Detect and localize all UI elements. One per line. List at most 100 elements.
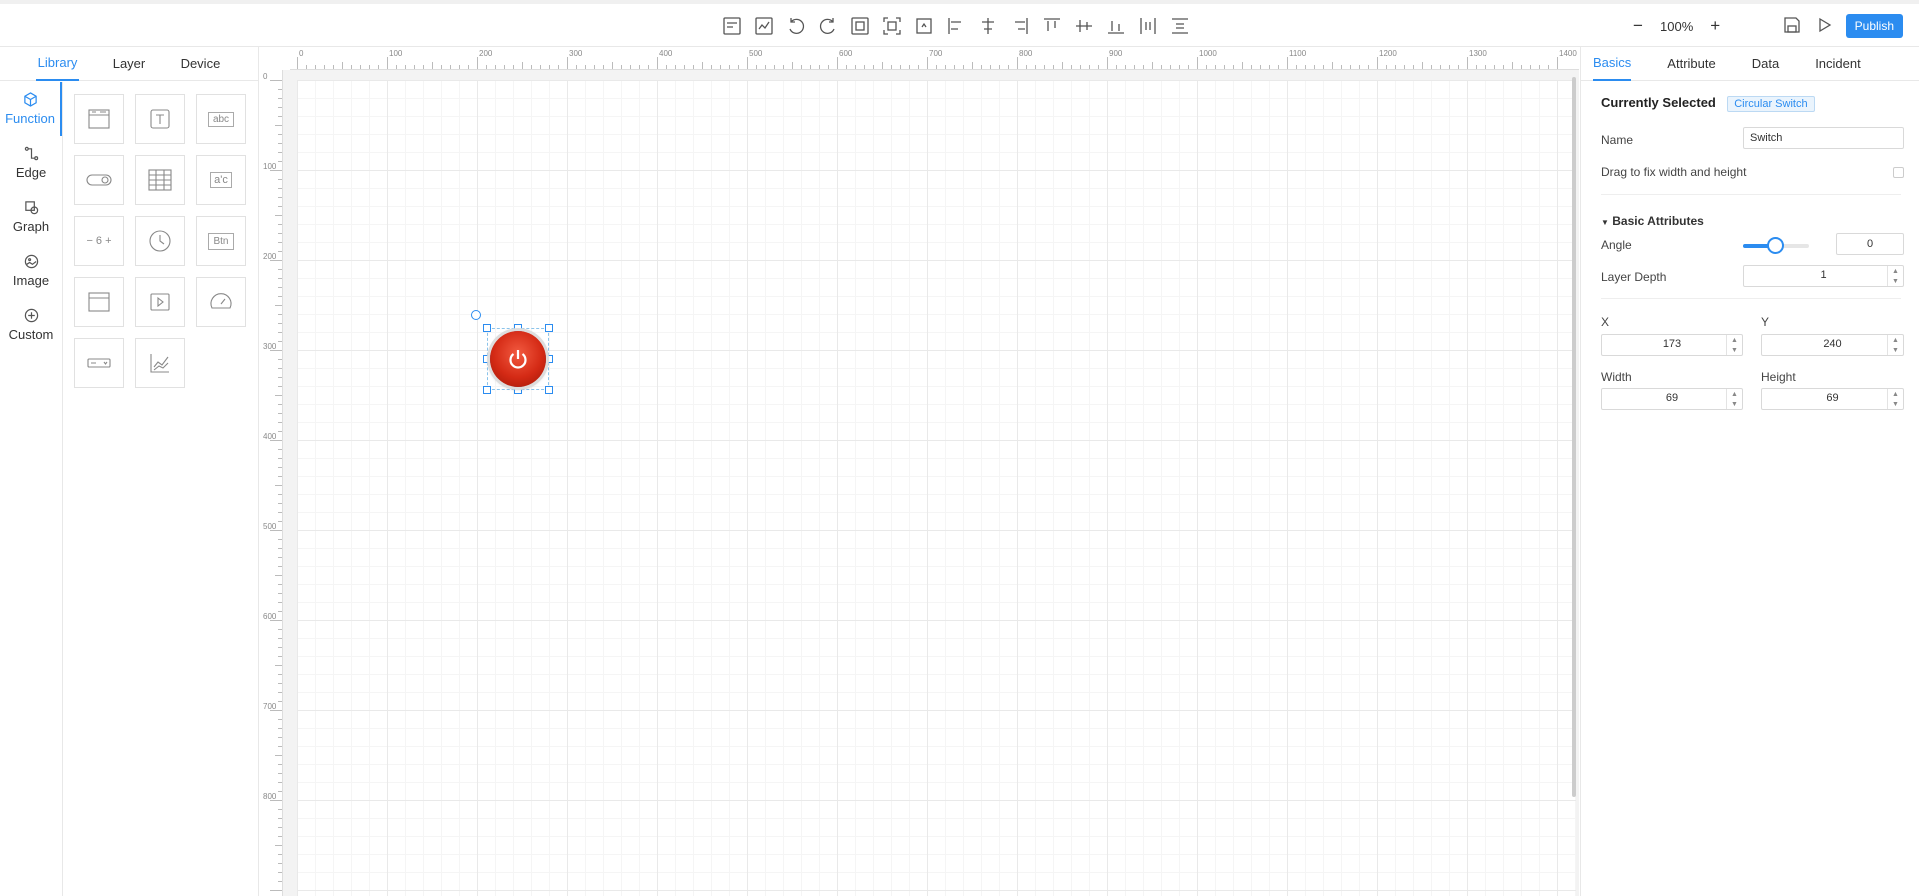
spin-up-icon[interactable]: ▲: [1731, 391, 1738, 398]
component-window[interactable]: [74, 277, 124, 327]
ruler-tick: [278, 431, 282, 432]
tab-device[interactable]: Device: [179, 47, 223, 80]
ruler-tick: [278, 404, 282, 405]
component-gauge[interactable]: [196, 277, 246, 327]
component-button[interactable]: Btn: [196, 216, 246, 266]
resize-handle-s[interactable]: [514, 386, 522, 394]
component-line-chart[interactable]: [135, 338, 185, 388]
ruler-tick: [1224, 65, 1225, 69]
x-input[interactable]: 173 ▲ ▼: [1601, 334, 1743, 356]
spin-down-icon[interactable]: ▼: [1731, 347, 1738, 354]
category-function[interactable]: Function: [0, 82, 62, 136]
spin-down-icon[interactable]: ▼: [1892, 278, 1899, 285]
name-input[interactable]: [1743, 127, 1904, 149]
component-input-text[interactable]: abc: [196, 94, 246, 144]
circular-switch[interactable]: [490, 331, 546, 387]
width-input[interactable]: 69 ▲ ▼: [1601, 388, 1743, 410]
spin-up-icon[interactable]: ▲: [1892, 391, 1899, 398]
component-text-label[interactable]: a'c: [196, 155, 246, 205]
category-image[interactable]: Image: [0, 244, 62, 298]
ruler-tick: [882, 62, 883, 69]
component-table[interactable]: [135, 155, 185, 205]
y-spinner[interactable]: ▲ ▼: [1887, 335, 1903, 355]
y-value: 240: [1823, 338, 1842, 350]
distribute-v-icon[interactable]: [1168, 14, 1192, 38]
ruler-tick: [405, 65, 406, 69]
resize-handle-sw[interactable]: [483, 386, 491, 394]
ungroup-icon[interactable]: [880, 14, 904, 38]
design-canvas[interactable]: [297, 80, 1576, 896]
undo-icon[interactable]: [784, 14, 808, 38]
group-icon[interactable]: [848, 14, 872, 38]
ruler-label: 1300: [1469, 49, 1487, 58]
spin-up-icon[interactable]: ▲: [1731, 337, 1738, 344]
layer-depth-spinner[interactable]: ▲ ▼: [1887, 266, 1903, 286]
layer-depth-input[interactable]: 1 ▲ ▼: [1743, 265, 1904, 287]
ruler-tick: [324, 65, 325, 69]
category-edge[interactable]: Edge: [0, 136, 62, 190]
rotate-handle[interactable]: [471, 310, 481, 320]
align-right-icon[interactable]: [1008, 14, 1032, 38]
zoom-out-button[interactable]: −: [1630, 17, 1646, 34]
x-spinner[interactable]: ▲ ▼: [1726, 335, 1742, 355]
ruler-label: 900: [1109, 49, 1123, 58]
y-input[interactable]: 240 ▲ ▼: [1761, 334, 1904, 356]
vertical-scrollbar[interactable]: [1572, 77, 1576, 797]
ruler-tick: [278, 359, 282, 360]
play-icon[interactable]: [1814, 15, 1834, 38]
resize-handle-e[interactable]: [545, 355, 553, 363]
align-bottom-icon[interactable]: [1104, 14, 1128, 38]
spin-up-icon[interactable]: ▲: [1892, 337, 1899, 344]
save-icon[interactable]: [1782, 15, 1802, 38]
tab-layer[interactable]: Layer: [111, 47, 148, 80]
ruler-tick: [275, 485, 282, 486]
width-spinner[interactable]: ▲ ▼: [1726, 389, 1742, 409]
component-switch-toggle[interactable]: [74, 155, 124, 205]
ruler-tick: [1053, 65, 1054, 69]
resize-handle-ne[interactable]: [545, 324, 553, 332]
align-middle-v-icon[interactable]: [1072, 14, 1096, 38]
component-text[interactable]: [135, 94, 185, 144]
basic-attributes-header[interactable]: ▼ Basic Attributes: [1601, 214, 1704, 228]
input-text-icon: abc: [207, 111, 235, 127]
component-clock[interactable]: [135, 216, 185, 266]
component-number-stepper[interactable]: − 6 +: [74, 216, 124, 266]
height-input[interactable]: 69 ▲ ▼: [1761, 388, 1904, 410]
spin-down-icon[interactable]: ▼: [1892, 347, 1899, 354]
tab-incident[interactable]: Incident: [1815, 47, 1861, 80]
align-center-h-icon[interactable]: [976, 14, 1000, 38]
spin-down-icon[interactable]: ▼: [1731, 401, 1738, 408]
right-actions: Publish: [1782, 14, 1903, 38]
canvas-area[interactable]: 0 100 200 300 400 500 600 700 800 900 1000 1100 1200…: [260, 47, 1579, 896]
zoom-in-button[interactable]: +: [1707, 17, 1723, 34]
redo-icon[interactable]: [816, 14, 840, 38]
spin-up-icon[interactable]: ▲: [1892, 268, 1899, 275]
resize-handle-nw[interactable]: [483, 324, 491, 332]
ruler-tick: [1512, 62, 1513, 69]
chart-icon[interactable]: [752, 14, 776, 38]
preview-icon[interactable]: [720, 14, 744, 38]
ruler-tick: [278, 674, 282, 675]
ruler-tick: [278, 719, 282, 720]
angle-slider[interactable]: [1743, 237, 1809, 254]
component-video[interactable]: [135, 277, 185, 327]
tab-attribute[interactable]: Attribute: [1667, 47, 1715, 80]
bring-front-icon[interactable]: [912, 14, 936, 38]
distribute-h-icon[interactable]: [1136, 14, 1160, 38]
component-webpage[interactable]: [74, 94, 124, 144]
drag-fix-checkbox[interactable]: [1893, 167, 1904, 178]
tab-basics[interactable]: Basics: [1593, 46, 1632, 81]
component-dropdown[interactable]: [74, 338, 124, 388]
tab-library[interactable]: Library: [35, 46, 80, 81]
height-spinner[interactable]: ▲ ▼: [1887, 389, 1903, 409]
publish-button[interactable]: Publish: [1845, 14, 1903, 38]
resize-handle-se[interactable]: [545, 386, 553, 394]
category-graph[interactable]: Graph: [0, 190, 62, 244]
category-custom[interactable]: Custom: [0, 298, 62, 352]
angle-input[interactable]: [1836, 233, 1904, 255]
align-left-icon[interactable]: [944, 14, 968, 38]
align-top-icon[interactable]: [1040, 14, 1064, 38]
spin-down-icon[interactable]: ▼: [1892, 401, 1899, 408]
tab-data[interactable]: Data: [1752, 47, 1779, 80]
angle-slider-knob[interactable]: [1767, 237, 1784, 254]
